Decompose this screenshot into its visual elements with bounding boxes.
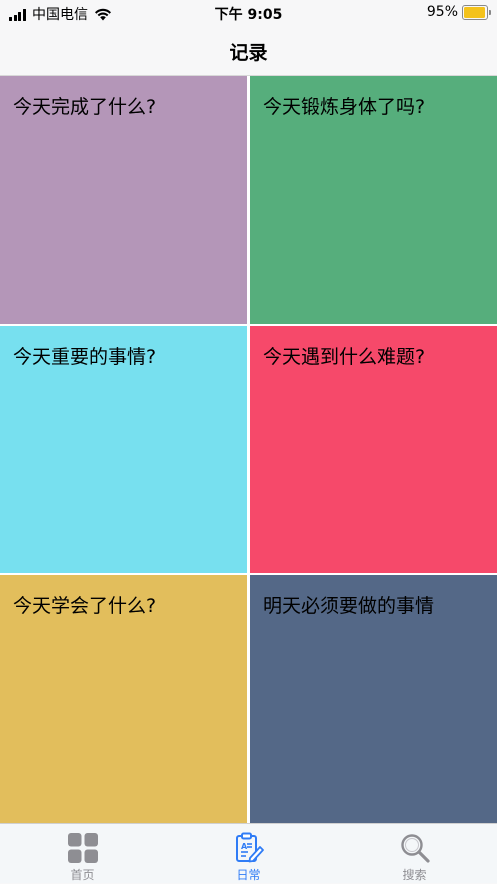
tile-label: 今天完成了什么? [13, 96, 157, 118]
tile-today-learned[interactable]: 今天学会了什么? [0, 575, 247, 823]
battery-icon [462, 4, 491, 20]
tile-label: 今天重要的事情? [13, 346, 157, 368]
tab-daily[interactable]: A 日常 [166, 824, 331, 884]
status-bar: 中国电信 下午 9:05 95% [0, 0, 497, 25]
grid-icon [67, 833, 98, 863]
topic-grid: 今天完成了什么? 今天锻炼身体了吗? 今天重要的事情? 今天遇到什么难题? 今天… [0, 76, 497, 823]
tab-label: 搜索 [402, 868, 427, 882]
battery-fill [464, 6, 485, 18]
tile-tomorrow-todo[interactable]: 明天必须要做的事情 [250, 575, 497, 823]
search-icon [400, 834, 430, 863]
tile-today-problems[interactable]: 今天遇到什么难题? [250, 326, 497, 573]
clipboard-edit-icon: A [235, 832, 264, 863]
tab-home[interactable]: 首页 [0, 824, 165, 884]
tab-label: 首页 [70, 868, 95, 882]
svg-text:A: A [241, 842, 248, 851]
status-right: 95% [426, 4, 491, 20]
navigation-bar: 记录 [0, 25, 497, 76]
tile-label: 今天遇到什么难题? [263, 346, 426, 368]
tile-label: 今天锻炼身体了吗? [263, 96, 426, 118]
tab-label: 日常 [236, 868, 261, 882]
tile-today-important[interactable]: 今天重要的事情? [0, 326, 247, 573]
battery-percent: 95% [426, 4, 458, 20]
tile-today-exercise[interactable]: 今天锻炼身体了吗? [250, 76, 497, 324]
tab-bar: 首页 A 日常 搜索 [0, 823, 497, 883]
tile-today-completed[interactable]: 今天完成了什么? [0, 76, 247, 324]
tile-label: 今天学会了什么? [13, 595, 157, 617]
status-time: 下午 9:05 [214, 7, 283, 23]
tab-search[interactable]: 搜索 [332, 824, 497, 884]
page-title: 记录 [229, 42, 268, 64]
tile-label: 明天必须要做的事情 [263, 595, 435, 617]
